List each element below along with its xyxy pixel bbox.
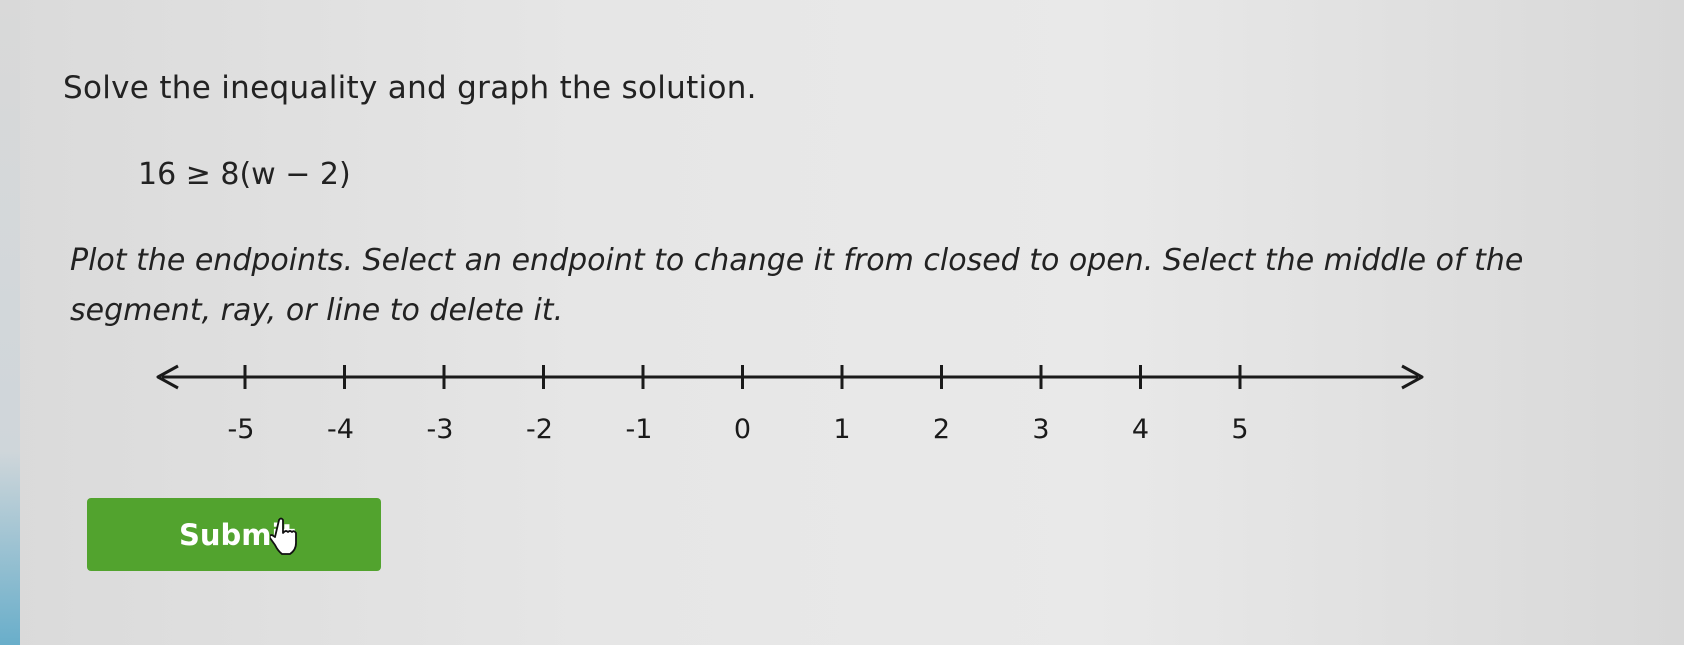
number-line-graph[interactable]: -5 -4 -3 -2 -1 0 1 2 3 4 5 (150, 356, 1430, 451)
tick-label: -3 (427, 414, 454, 445)
window-edge (0, 0, 20, 645)
tick-label: -5 (228, 414, 255, 445)
tick-label: 3 (1032, 414, 1049, 445)
tick-label: 2 (933, 414, 950, 445)
question-heading: Solve the inequality and graph the solut… (63, 70, 757, 106)
number-line-labels: -5 -4 -3 -2 -1 0 1 2 3 4 5 (228, 414, 1249, 445)
page: Solve the inequality and graph the solut… (0, 0, 1684, 645)
tick-label: -2 (526, 414, 553, 445)
inequality-equation: 16 ≥ 8(w − 2) (138, 157, 351, 192)
tick-label: 4 (1132, 414, 1149, 445)
submit-button[interactable]: Submit (87, 498, 381, 571)
tick-label: -4 (327, 414, 354, 445)
tick-label: 5 (1231, 414, 1248, 445)
plot-instructions: Plot the endpoints. Select an endpoint t… (70, 243, 1524, 328)
tick-label: 1 (833, 414, 850, 445)
tick-label: 0 (734, 414, 751, 445)
tick-label: -1 (626, 414, 653, 445)
number-line-axis[interactable] (156, 364, 1424, 390)
